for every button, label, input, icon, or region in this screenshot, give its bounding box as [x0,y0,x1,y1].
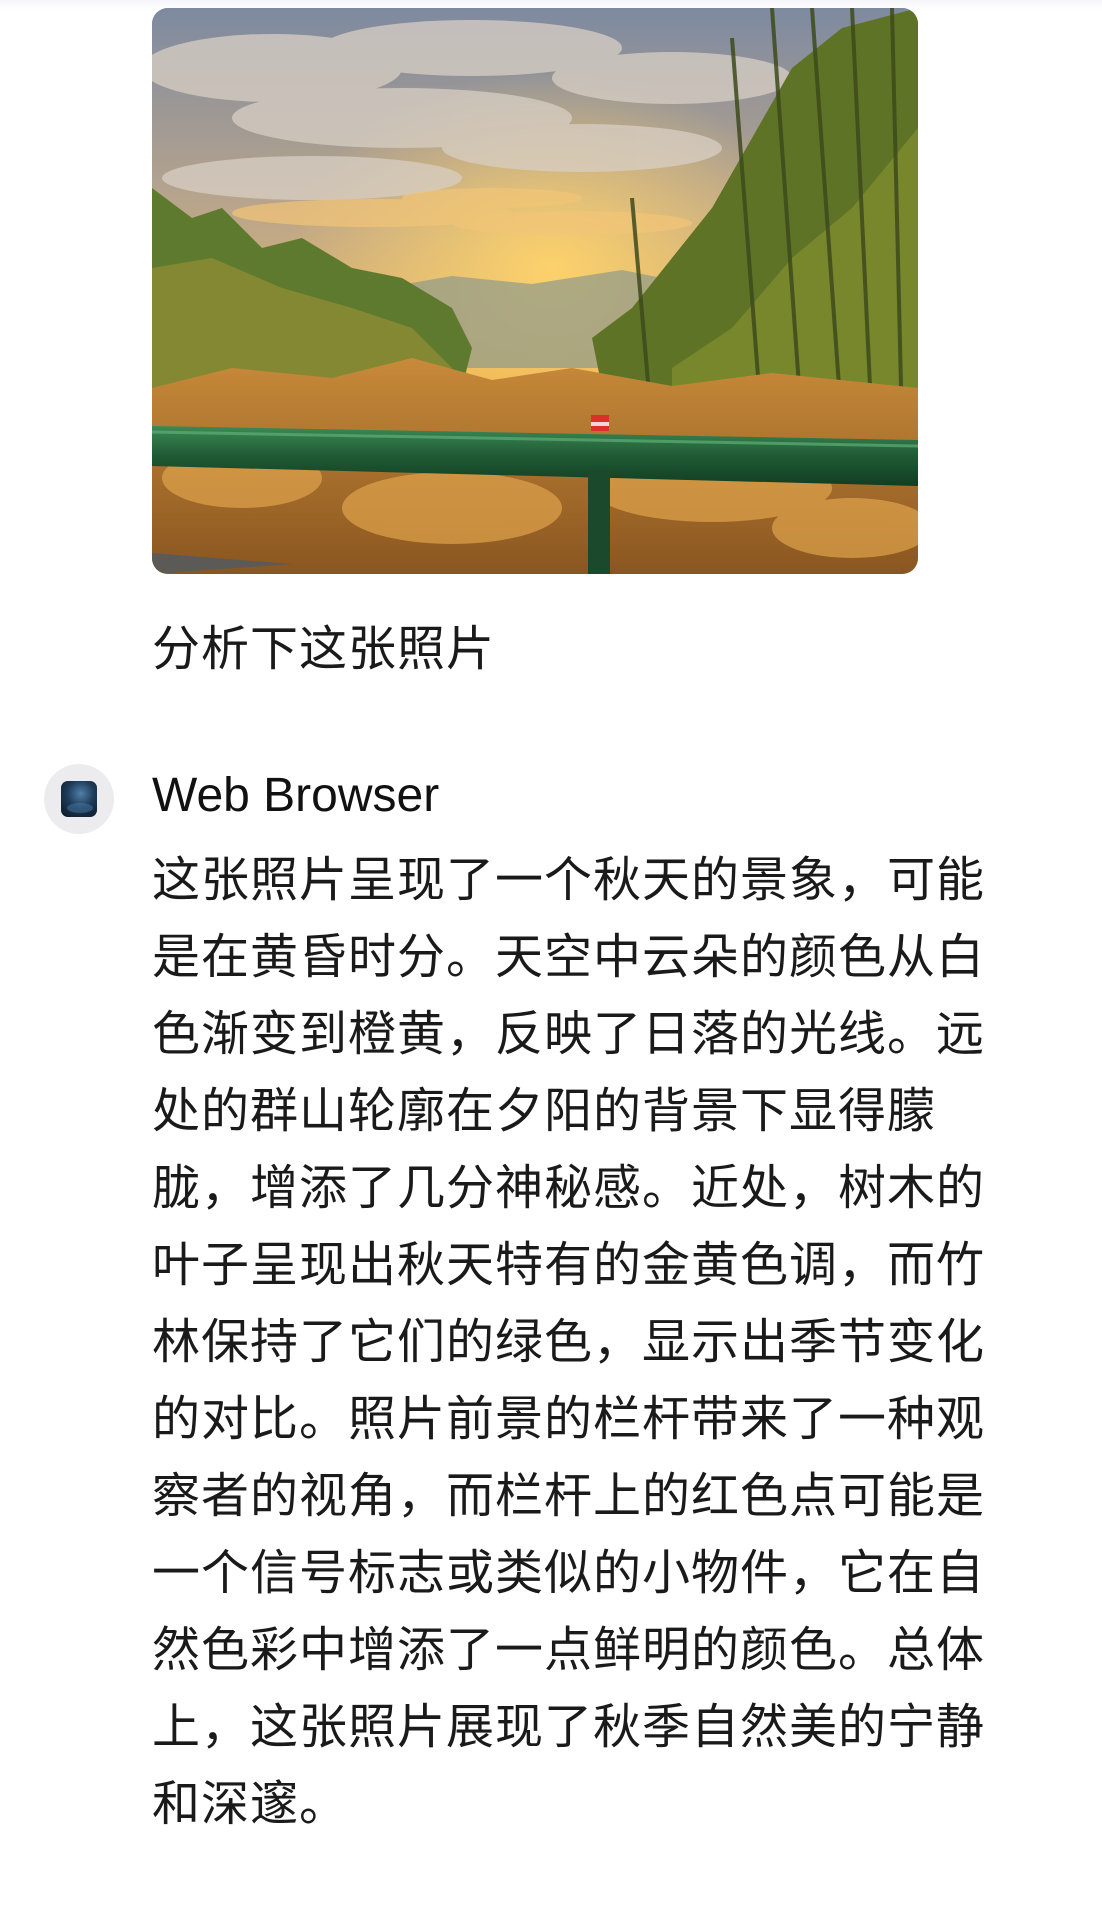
globe-avatar-icon [61,781,97,817]
assistant-message: 这张照片呈现了一个秋天的景象，可能 是在黄昏时分。天空中云朵的颜色从白 色渐变到… [152,842,1032,1843]
assistant-message-line: 上，这张照片展现了秋季自然美的宁静 [152,1699,986,1755]
assistant-message-line: 色渐变到橙黄，反映了日落的光线。远 [152,1006,986,1062]
assistant-message-line: 和深邃。 [152,1776,349,1832]
assistant-avatar[interactable] [44,764,114,834]
assistant-message-line: 是在黄昏时分。天空中云朵的颜色从白 [152,929,986,985]
assistant-message-line: 的对比。照片前景的栏杆带来了一种观 [152,1391,986,1447]
assistant-name: Web Browser [152,769,440,822]
assistant-message-line: 处的群山轮廓在夕阳的背景下显得朦 [152,1083,937,1139]
user-message: 分析下这张照片 [152,621,496,677]
assistant-message-line: 察者的视角，而栏杆上的红色点可能是 [152,1468,986,1524]
assistant-message-line: 这张照片呈现了一个秋天的景象，可能 [152,852,986,908]
assistant-message-line: 林保持了它们的绿色，显示出季节变化 [152,1314,986,1370]
attached-photo[interactable] [152,8,918,574]
assistant-message-line: 然色彩中增添了一点鲜明的颜色。总体 [152,1622,986,1678]
assistant-message-line: 一个信号标志或类似的小物件，它在自 [152,1545,986,1601]
photo-illustration [152,8,918,574]
assistant-message-line: 叶子呈现出秋天特有的金黄色调，而竹 [152,1237,986,1293]
assistant-message-line: 胧，增添了几分神秘感。近处，树木的 [152,1160,986,1216]
